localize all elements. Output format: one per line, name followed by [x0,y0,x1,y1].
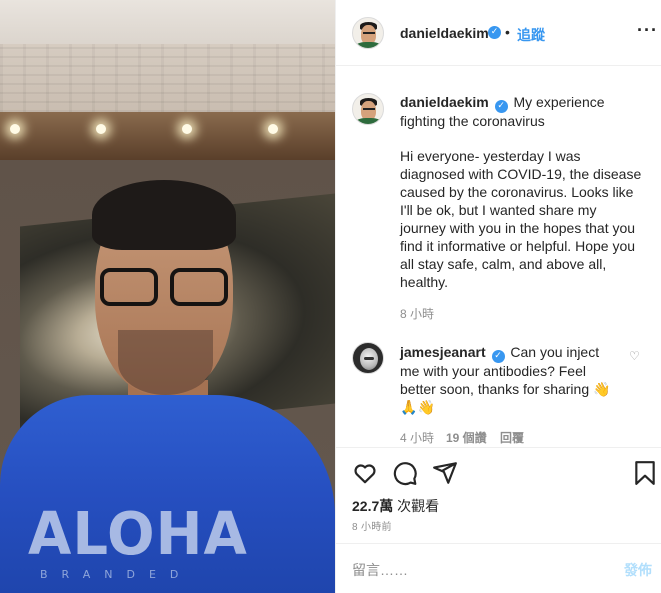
post-timestamp[interactable]: 8 小時前 [352,518,392,533]
video-ceiling-light [182,124,192,134]
verified-badge-icon: ✓ [491,350,505,363]
video-person-glasses [100,268,228,306]
reply-button[interactable]: 回覆 [500,429,524,446]
video-person-beard [118,330,213,395]
video-shirt-text: ALOHA [28,500,248,569]
comment-input[interactable] [352,560,602,580]
video-shirt-subtext: BRANDED [40,568,193,581]
waving-hand-icon: 👋 [593,381,611,397]
avatar[interactable] [352,93,384,125]
author-username[interactable]: danieldaekim [400,25,489,41]
heart-icon[interactable] [352,460,378,486]
video-ceiling-beam [0,112,335,160]
follow-button[interactable]: 追蹤 [517,25,545,45]
post-video[interactable]: ALOHA BRANDED [0,0,335,593]
verified-badge-icon: ✓ [488,26,501,39]
like-comment-heart-icon[interactable]: ♡ [629,349,640,363]
comment-username[interactable]: jamesjeanart [400,344,486,360]
video-ceiling-light [96,124,106,134]
caption: danieldaekim ✓ My experience fighting th… [400,93,620,130]
header-separator: • [505,24,510,40]
add-comment-bar: 發佈 [336,543,661,593]
video-ceiling-light [268,124,278,134]
comments-list[interactable]: danieldaekim ✓ My experience fighting th… [336,67,661,447]
video-person-hair [92,180,236,250]
view-count[interactable]: 22.7萬 次觀看 [352,496,439,516]
caption-body: Hi everyone- yesterday I was diagnosed w… [400,148,642,290]
more-horizontal-icon[interactable]: ··· [637,20,658,41]
verified-badge-icon: ✓ [494,100,508,113]
caption-time[interactable]: 8 小時 [400,305,434,322]
comment-icon[interactable] [392,460,418,486]
avatar[interactable] [352,342,384,374]
praying-hands-icon: 🙏 [400,399,418,415]
post-header: danieldaekim ✓ • 追蹤 ··· [336,0,661,66]
bookmark-icon[interactable] [632,460,658,486]
view-count-label: 次觀看 [397,498,440,514]
post-side-panel: danieldaekim ✓ • 追蹤 ··· danieldaekim ✓ M… [335,0,661,593]
share-icon[interactable] [432,460,458,486]
waving-hand-icon: 👋 [417,399,435,415]
avatar[interactable] [352,17,384,49]
comment-text: jamesjeanart ✓ Can you inject me with yo… [400,343,622,416]
video-ceiling-light [10,124,20,134]
post-actions: 22.7萬 次觀看 8 小時前 [336,447,661,537]
comment-time[interactable]: 4 小時 [400,429,434,446]
comment-likes[interactable]: 19 個讚 [446,429,487,446]
caption-username[interactable]: danieldaekim [400,94,489,110]
view-count-number: 22.7萬 [352,498,394,514]
post-comment-button[interactable]: 發佈 [624,560,652,580]
